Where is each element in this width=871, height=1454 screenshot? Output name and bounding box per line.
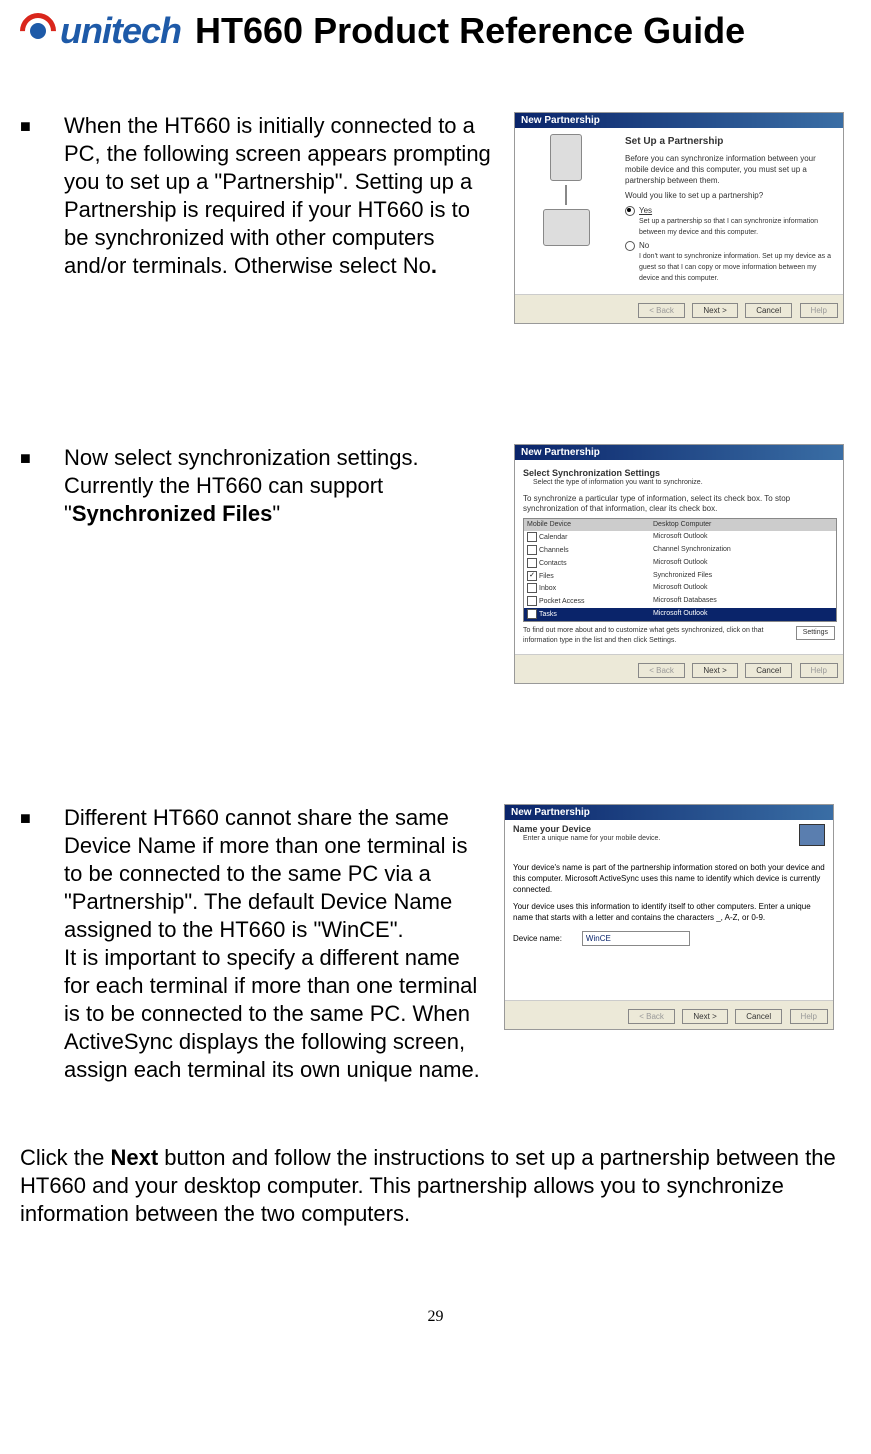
s3-body: Different HT660 cannot share the same De… (64, 805, 480, 1082)
screenshot-1: New Partnership Set Up a Partnership Bef… (514, 112, 844, 324)
ss2-hint: To find out more about and to customize … (523, 626, 785, 646)
ss3-sub: Enter a unique name for your mobile devi… (513, 834, 660, 844)
page-header: unitech HT660 Product Reference Guide (20, 10, 851, 52)
page-title: HT660 Product Reference Guide (195, 10, 745, 52)
footer-bold: Next (110, 1145, 158, 1170)
screenshot-3: New Partnership Name your Device Enter a… (504, 804, 834, 1030)
help-button[interactable]: Help (800, 663, 838, 678)
ss2-heading: Select Synchronization Settings (523, 468, 835, 478)
device-icon (550, 134, 582, 181)
opt-yes-label: Yes (639, 205, 835, 216)
screenshot-2: New Partnership Select Synchronization S… (514, 444, 844, 684)
ss3-heading: Name your Device (513, 824, 660, 834)
ss3-desc2: Your device uses this information to ide… (513, 901, 825, 923)
bullet-icon: ■ (20, 112, 64, 140)
checkbox-icon[interactable] (527, 545, 537, 555)
ss1-titlebar: New Partnership (515, 113, 843, 128)
section-1: ■ When the HT660 is initially connected … (20, 112, 851, 324)
checkbox-icon[interactable] (527, 596, 537, 606)
back-button[interactable]: < Back (638, 303, 685, 318)
settings-button[interactable]: Settings (796, 626, 835, 640)
ss3-desc: Your device's name is part of the partne… (513, 862, 825, 895)
table-header: Desktop Computer (650, 519, 836, 531)
ss2-titlebar: New Partnership (515, 445, 843, 460)
table-row[interactable]: ChannelsChannel Synchronization (524, 544, 836, 557)
ss1-buttons: < Back Next > Cancel Help (515, 294, 843, 323)
ss2-buttons: < Back Next > Cancel Help (515, 654, 843, 683)
s2-bold: Synchronized Files (72, 501, 273, 526)
section-2-text: Now select synchronization settings. Cur… (64, 444, 494, 528)
s2-suffix: " (272, 501, 280, 526)
opt-yes-desc: Set up a partnership so that I can synch… (639, 216, 835, 238)
page-number: 29 (20, 1308, 851, 1326)
section-2: ■ Now select synchronization settings. C… (20, 444, 851, 684)
section-3: ■ Different HT660 cannot share the same … (20, 804, 851, 1084)
logo-text: unitech (60, 10, 181, 52)
checkbox-icon[interactable] (527, 583, 537, 593)
device-icon (543, 209, 590, 246)
table-row[interactable]: TasksMicrosoft Outlook (524, 608, 836, 621)
radio-no[interactable] (625, 241, 635, 251)
logo-icon (20, 13, 56, 49)
back-button[interactable]: < Back (638, 663, 685, 678)
checkbox-icon[interactable] (527, 558, 537, 568)
ss2-sub: Select the type of information you want … (523, 478, 835, 488)
s1-body: When the HT660 is initially connected to… (64, 113, 491, 278)
table-row[interactable]: InboxMicrosoft Outlook (524, 582, 836, 595)
logo: unitech (20, 10, 181, 52)
cancel-button[interactable]: Cancel (745, 303, 792, 318)
checkbox-icon[interactable]: ✓ (527, 571, 537, 581)
next-button[interactable]: Next > (692, 303, 737, 318)
ss3-titlebar: New Partnership (505, 805, 833, 820)
radio-yes[interactable] (625, 206, 635, 216)
table-row[interactable]: Pocket AccessMicrosoft Databases (524, 595, 836, 608)
device-icon (799, 824, 825, 846)
bullet-icon: ■ (20, 804, 64, 832)
ss1-heading: Set Up a Partnership (625, 136, 835, 147)
next-button[interactable]: Next > (682, 1009, 727, 1024)
footer-prefix: Click the (20, 1145, 110, 1170)
help-button[interactable]: Help (790, 1009, 828, 1024)
checkbox-icon[interactable] (527, 532, 537, 542)
help-button[interactable]: Help (800, 303, 838, 318)
device-name-label: Device name: (513, 933, 562, 944)
opt-no-desc: I don't want to synchronize information.… (639, 251, 835, 284)
table-row[interactable]: ✓FilesSynchronized Files (524, 570, 836, 583)
ss3-buttons: < Back Next > Cancel Help (505, 1000, 833, 1029)
table-row[interactable]: CalendarMicrosoft Outlook (524, 531, 836, 544)
cancel-button[interactable]: Cancel (745, 663, 792, 678)
opt-no-label: No (639, 240, 835, 251)
cancel-button[interactable]: Cancel (735, 1009, 782, 1024)
ss2-desc: To synchronize a particular type of info… (523, 494, 835, 514)
back-button[interactable]: < Back (628, 1009, 675, 1024)
bullet-icon: ■ (20, 444, 64, 472)
table-row[interactable]: ContactsMicrosoft Outlook (524, 557, 836, 570)
next-button[interactable]: Next > (692, 663, 737, 678)
footer-paragraph: Click the Next button and follow the ins… (20, 1144, 851, 1228)
sync-table: Mobile Device Desktop Computer CalendarM… (523, 518, 837, 622)
ss1-question: Would you like to set up a partnership? (625, 190, 835, 201)
ss1-intro: Before you can synchronize information b… (625, 153, 835, 186)
table-header: Mobile Device (524, 519, 650, 531)
section-3-text: Different HT660 cannot share the same De… (64, 804, 484, 1084)
section-1-text: When the HT660 is initially connected to… (64, 112, 494, 280)
ss1-left-panel (515, 128, 617, 294)
device-name-input[interactable]: WinCE (582, 931, 690, 946)
checkbox-icon[interactable] (527, 609, 537, 619)
s1-period: . (431, 253, 437, 278)
